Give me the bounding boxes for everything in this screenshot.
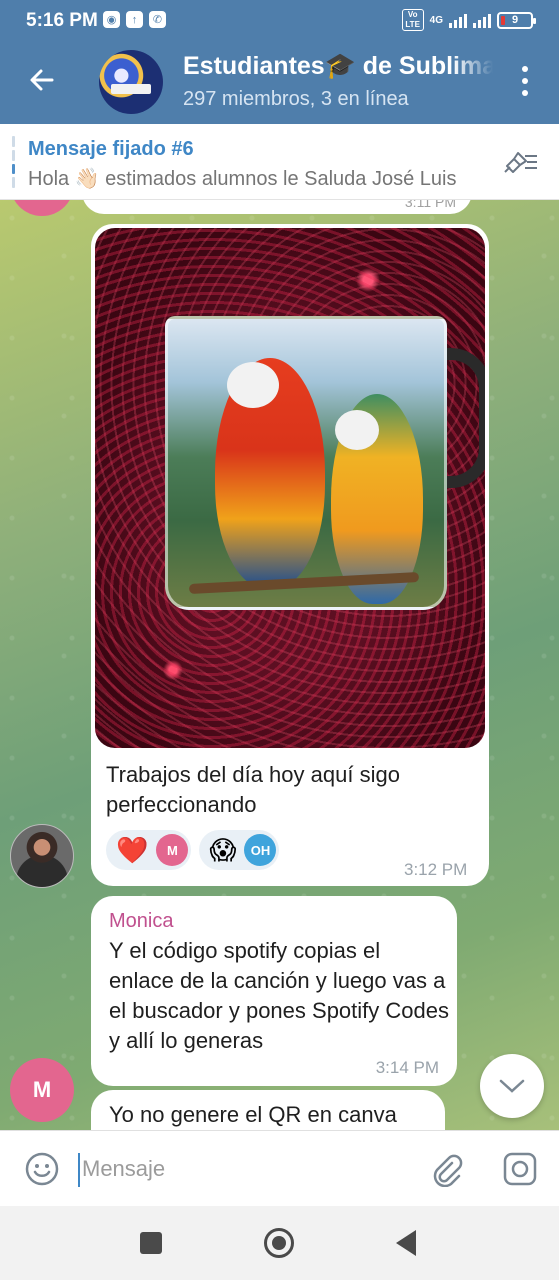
more-options-icon[interactable]: [521, 66, 529, 96]
pinned-list-icon[interactable]: [501, 146, 541, 176]
nav-back-icon[interactable]: [396, 1230, 416, 1256]
recents-icon[interactable]: [140, 1232, 162, 1254]
reaction-shock[interactable]: 😱 OH: [199, 830, 280, 870]
message-time: 3:14 PM: [375, 1058, 439, 1077]
previous-message-bubble[interactable]: 3:11 PM: [82, 200, 472, 214]
last-message-text: Yo no genere el QR en canva: [109, 1102, 397, 1127]
home-icon[interactable]: [264, 1228, 294, 1258]
signal-icon-2: [473, 12, 491, 28]
signal-icon: [449, 12, 467, 28]
battery-level: 9: [511, 14, 519, 26]
sender-name[interactable]: Monica: [109, 910, 173, 933]
phone-notification-icon: ✆: [149, 11, 166, 28]
monica-message-bubble[interactable]: Monica Y el código spotify copias el enl…: [91, 896, 457, 1086]
reactor-avatar: M: [156, 834, 189, 866]
group-avatar[interactable]: [99, 50, 163, 114]
upload-notification-icon: ↑: [126, 11, 143, 28]
message-composer: [0, 1130, 559, 1206]
photo-caption: Trabajos del día hoy aquí sigo perfeccio…: [106, 762, 400, 817]
camera-icon[interactable]: [502, 1151, 538, 1187]
notification-icons: ◉ ↑ ✆: [103, 11, 166, 28]
message-input[interactable]: [82, 1149, 402, 1189]
system-nav-bar: [0, 1206, 559, 1280]
previous-sender-avatar[interactable]: [10, 200, 74, 216]
message-text: Y el código spotify copias el enlace de …: [109, 938, 449, 1053]
monica-avatar[interactable]: M: [10, 1058, 74, 1122]
attach-icon[interactable]: [428, 1151, 464, 1187]
status-bar: 5:16 PM ◉ ↑ ✆ Vo LTE 4G 9: [0, 0, 559, 40]
app-notification-icon: ◉: [103, 11, 120, 28]
scroll-down-button[interactable]: [480, 1054, 544, 1118]
heart-emoji-icon: ❤️: [116, 835, 149, 865]
mug-handle: [445, 348, 485, 488]
emoji-icon[interactable]: [24, 1151, 60, 1187]
photo-message-time: 3:12 PM: [404, 860, 468, 879]
network-label: 4G: [429, 14, 443, 26]
back-arrow-icon[interactable]: [26, 64, 58, 96]
chevron-down-icon: [499, 1079, 525, 1093]
chat-area[interactable]: 3:11 PM Trabajos del día hoy aquí sigo p…: [0, 200, 559, 1130]
text-cursor: [78, 1153, 80, 1187]
last-message-bubble[interactable]: Yo no genere el QR en canva: [91, 1090, 445, 1130]
pinned-message[interactable]: Mensaje fijado #6 Hola 👋🏻 estimados alum…: [0, 124, 559, 200]
group-members: 297 miembros, 3 en línea: [183, 88, 409, 110]
chat-header: Estudiantes🎓 de Sublimación 297 miembros…: [0, 40, 559, 124]
previous-message-time: 3:11 PM: [404, 200, 456, 210]
pinned-indicator: [12, 136, 15, 188]
status-time: 5:16 PM: [26, 10, 98, 31]
volte-label: Vo LTE: [401, 9, 424, 31]
screaming-emoji-icon: 😱: [209, 835, 237, 865]
reaction-heart[interactable]: ❤️ M: [106, 830, 192, 870]
reactions: ❤️ M 😱 OH: [106, 830, 280, 870]
reactor-avatar: OH: [244, 834, 277, 866]
pinned-title: Mensaje fijado #6: [28, 138, 194, 160]
group-title[interactable]: Estudiantes🎓 de Sublimación: [183, 52, 493, 81]
pinned-text: Hola 👋🏻 estimados alumnos le Saluda José…: [28, 168, 457, 190]
battery-icon: 9: [497, 11, 536, 29]
mug-photo[interactable]: [95, 228, 485, 748]
sender-avatar[interactable]: [10, 824, 74, 888]
status-right: Vo LTE 4G 9: [401, 9, 536, 31]
